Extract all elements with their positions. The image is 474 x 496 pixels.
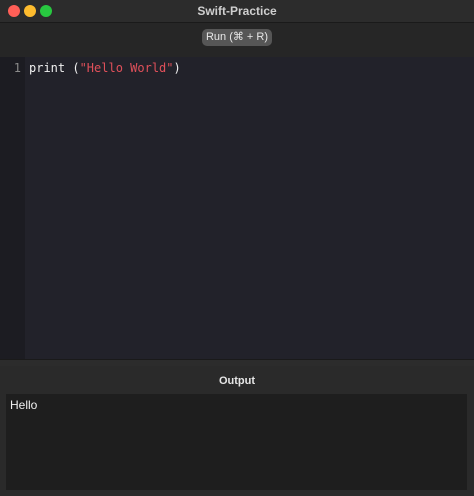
app-window: Swift-Practice Run (⌘ + R) 1 print ("Hel… [0, 0, 474, 496]
output-panel: Output Hello [0, 366, 474, 496]
title-bar: Swift-Practice [0, 0, 474, 23]
run-button[interactable]: Run (⌘ + R) [202, 29, 272, 46]
line-number-gutter: 1 [0, 57, 25, 359]
line-number: 1 [13, 61, 21, 75]
output-label: Output [218, 375, 256, 387]
output-console[interactable]: Hello [6, 394, 467, 490]
window-title: Swift-Practice [197, 4, 277, 18]
code-token-string: "Hello World" [79, 61, 174, 75]
toolbar: Run (⌘ + R) [0, 23, 474, 57]
code-editor[interactable]: 1 print ("Hello World") [0, 57, 474, 359]
output-text: Hello [10, 398, 38, 412]
pane-divider[interactable] [0, 359, 474, 366]
code-token-call: print ( [29, 61, 80, 75]
code-token-paren: ) [173, 61, 181, 75]
code-line[interactable]: print ("Hello World") [29, 60, 181, 76]
